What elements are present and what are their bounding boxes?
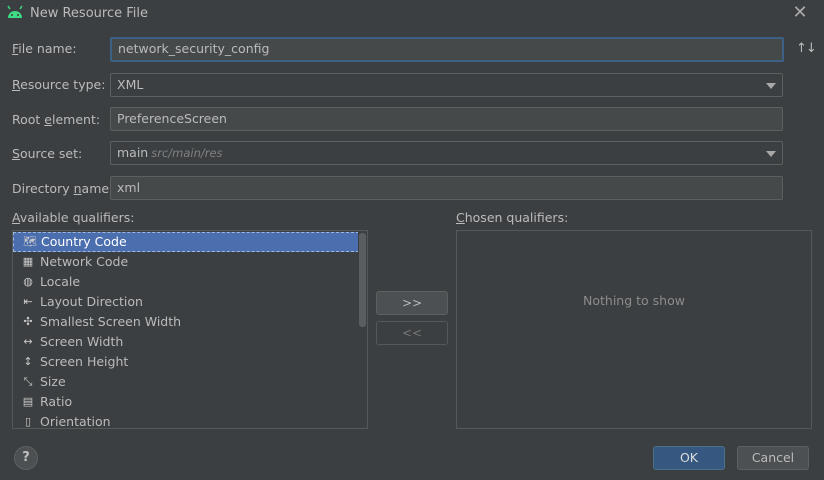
list-item[interactable]: ⤡ Size <box>13 372 359 392</box>
source-set-dropdown[interactable]: main src/main/res <box>110 141 783 165</box>
help-button[interactable]: ? <box>14 446 38 470</box>
resource-type-label: Resource type: <box>12 77 106 92</box>
available-qualifiers-label: Available qualifiers: <box>12 210 135 225</box>
country-code-icon: 🗺 <box>23 235 37 248</box>
scrollbar[interactable] <box>358 231 367 428</box>
android-icon <box>7 5 23 18</box>
orientation-icon: ▯ <box>24 415 32 428</box>
file-name-label: File name: <box>12 41 77 56</box>
add-qualifier-button[interactable]: >> <box>376 291 448 315</box>
list-item[interactable]: ⇤ Layout Direction <box>13 292 359 312</box>
globe-icon: ◍ <box>23 275 33 288</box>
window-title: New Resource File <box>30 6 148 21</box>
smallest-width-icon: ✣ <box>23 315 33 328</box>
list-item[interactable]: 🗺 Country Code <box>13 232 359 252</box>
directory-name-label: Directory name: <box>12 181 114 196</box>
available-qualifiers-list[interactable]: 🗺 Country Code ▦ Network Code ◍ Locale ⇤ Layout… <box>12 230 368 429</box>
list-item[interactable]: ✣ Smallest Screen Width <box>13 312 359 332</box>
chevron-down-icon <box>766 83 776 89</box>
empty-list-text: Nothing to show <box>583 293 685 308</box>
list-item-label: Screen Width <box>40 334 124 349</box>
network-code-icon: ▦ <box>22 255 34 268</box>
list-item[interactable]: ↕ Screen Height <box>13 352 359 372</box>
list-item-label: Network Code <box>40 254 129 269</box>
chevron-down-icon <box>766 151 776 157</box>
list-item-label: Ratio <box>40 394 73 409</box>
list-item-label: Layout Direction <box>40 294 143 309</box>
remove-qualifier-button[interactable]: << <box>376 321 448 345</box>
directory-name-input[interactable]: xml <box>110 176 783 200</box>
file-name-input[interactable]: network_security_config <box>110 37 784 62</box>
list-item-label: Size <box>40 374 66 389</box>
list-item[interactable]: ◍ Locale <box>13 272 359 292</box>
source-set-label: Source set: <box>12 146 83 161</box>
cancel-button[interactable]: Cancel <box>737 446 809 470</box>
scrollbar-thumb[interactable] <box>359 233 366 327</box>
chosen-qualifiers-label: Chosen qualifiers: <box>456 210 569 225</box>
close-icon[interactable]: ✕ <box>790 3 810 23</box>
list-item-label: Locale <box>40 274 81 289</box>
root-element-input[interactable]: PreferenceScreen <box>110 107 783 131</box>
list-item[interactable]: ▦ Network Code <box>13 252 359 272</box>
title-bar: New Resource File ✕ <box>0 0 824 28</box>
list-item-label: Orientation <box>40 414 111 429</box>
size-icon: ⤡ <box>23 375 33 388</box>
list-item[interactable]: ↔ Screen Width <box>13 332 359 352</box>
screen-width-icon: ↔ <box>23 335 33 348</box>
list-item-label: Country Code <box>41 234 127 249</box>
list-item-label: Smallest Screen Width <box>40 314 182 329</box>
chosen-qualifiers-list[interactable]: Nothing to show <box>456 230 812 429</box>
list-item-label: Screen Height <box>40 354 129 369</box>
screen-height-icon: ↕ <box>23 355 33 368</box>
root-element-label: Root element: <box>12 112 101 127</box>
ratio-icon: ▤ <box>22 395 34 408</box>
ok-button[interactable]: OK <box>653 446 725 470</box>
resource-type-dropdown[interactable]: XML <box>110 73 783 97</box>
list-item[interactable]: ▯ Orientation <box>13 412 359 429</box>
layout-direction-icon: ⇤ <box>23 295 33 308</box>
list-item[interactable]: ▤ Ratio <box>13 392 359 412</box>
sort-arrows-icon[interactable]: ↑↓ <box>796 41 817 56</box>
source-set-path-hint: src/main/res <box>151 146 223 160</box>
